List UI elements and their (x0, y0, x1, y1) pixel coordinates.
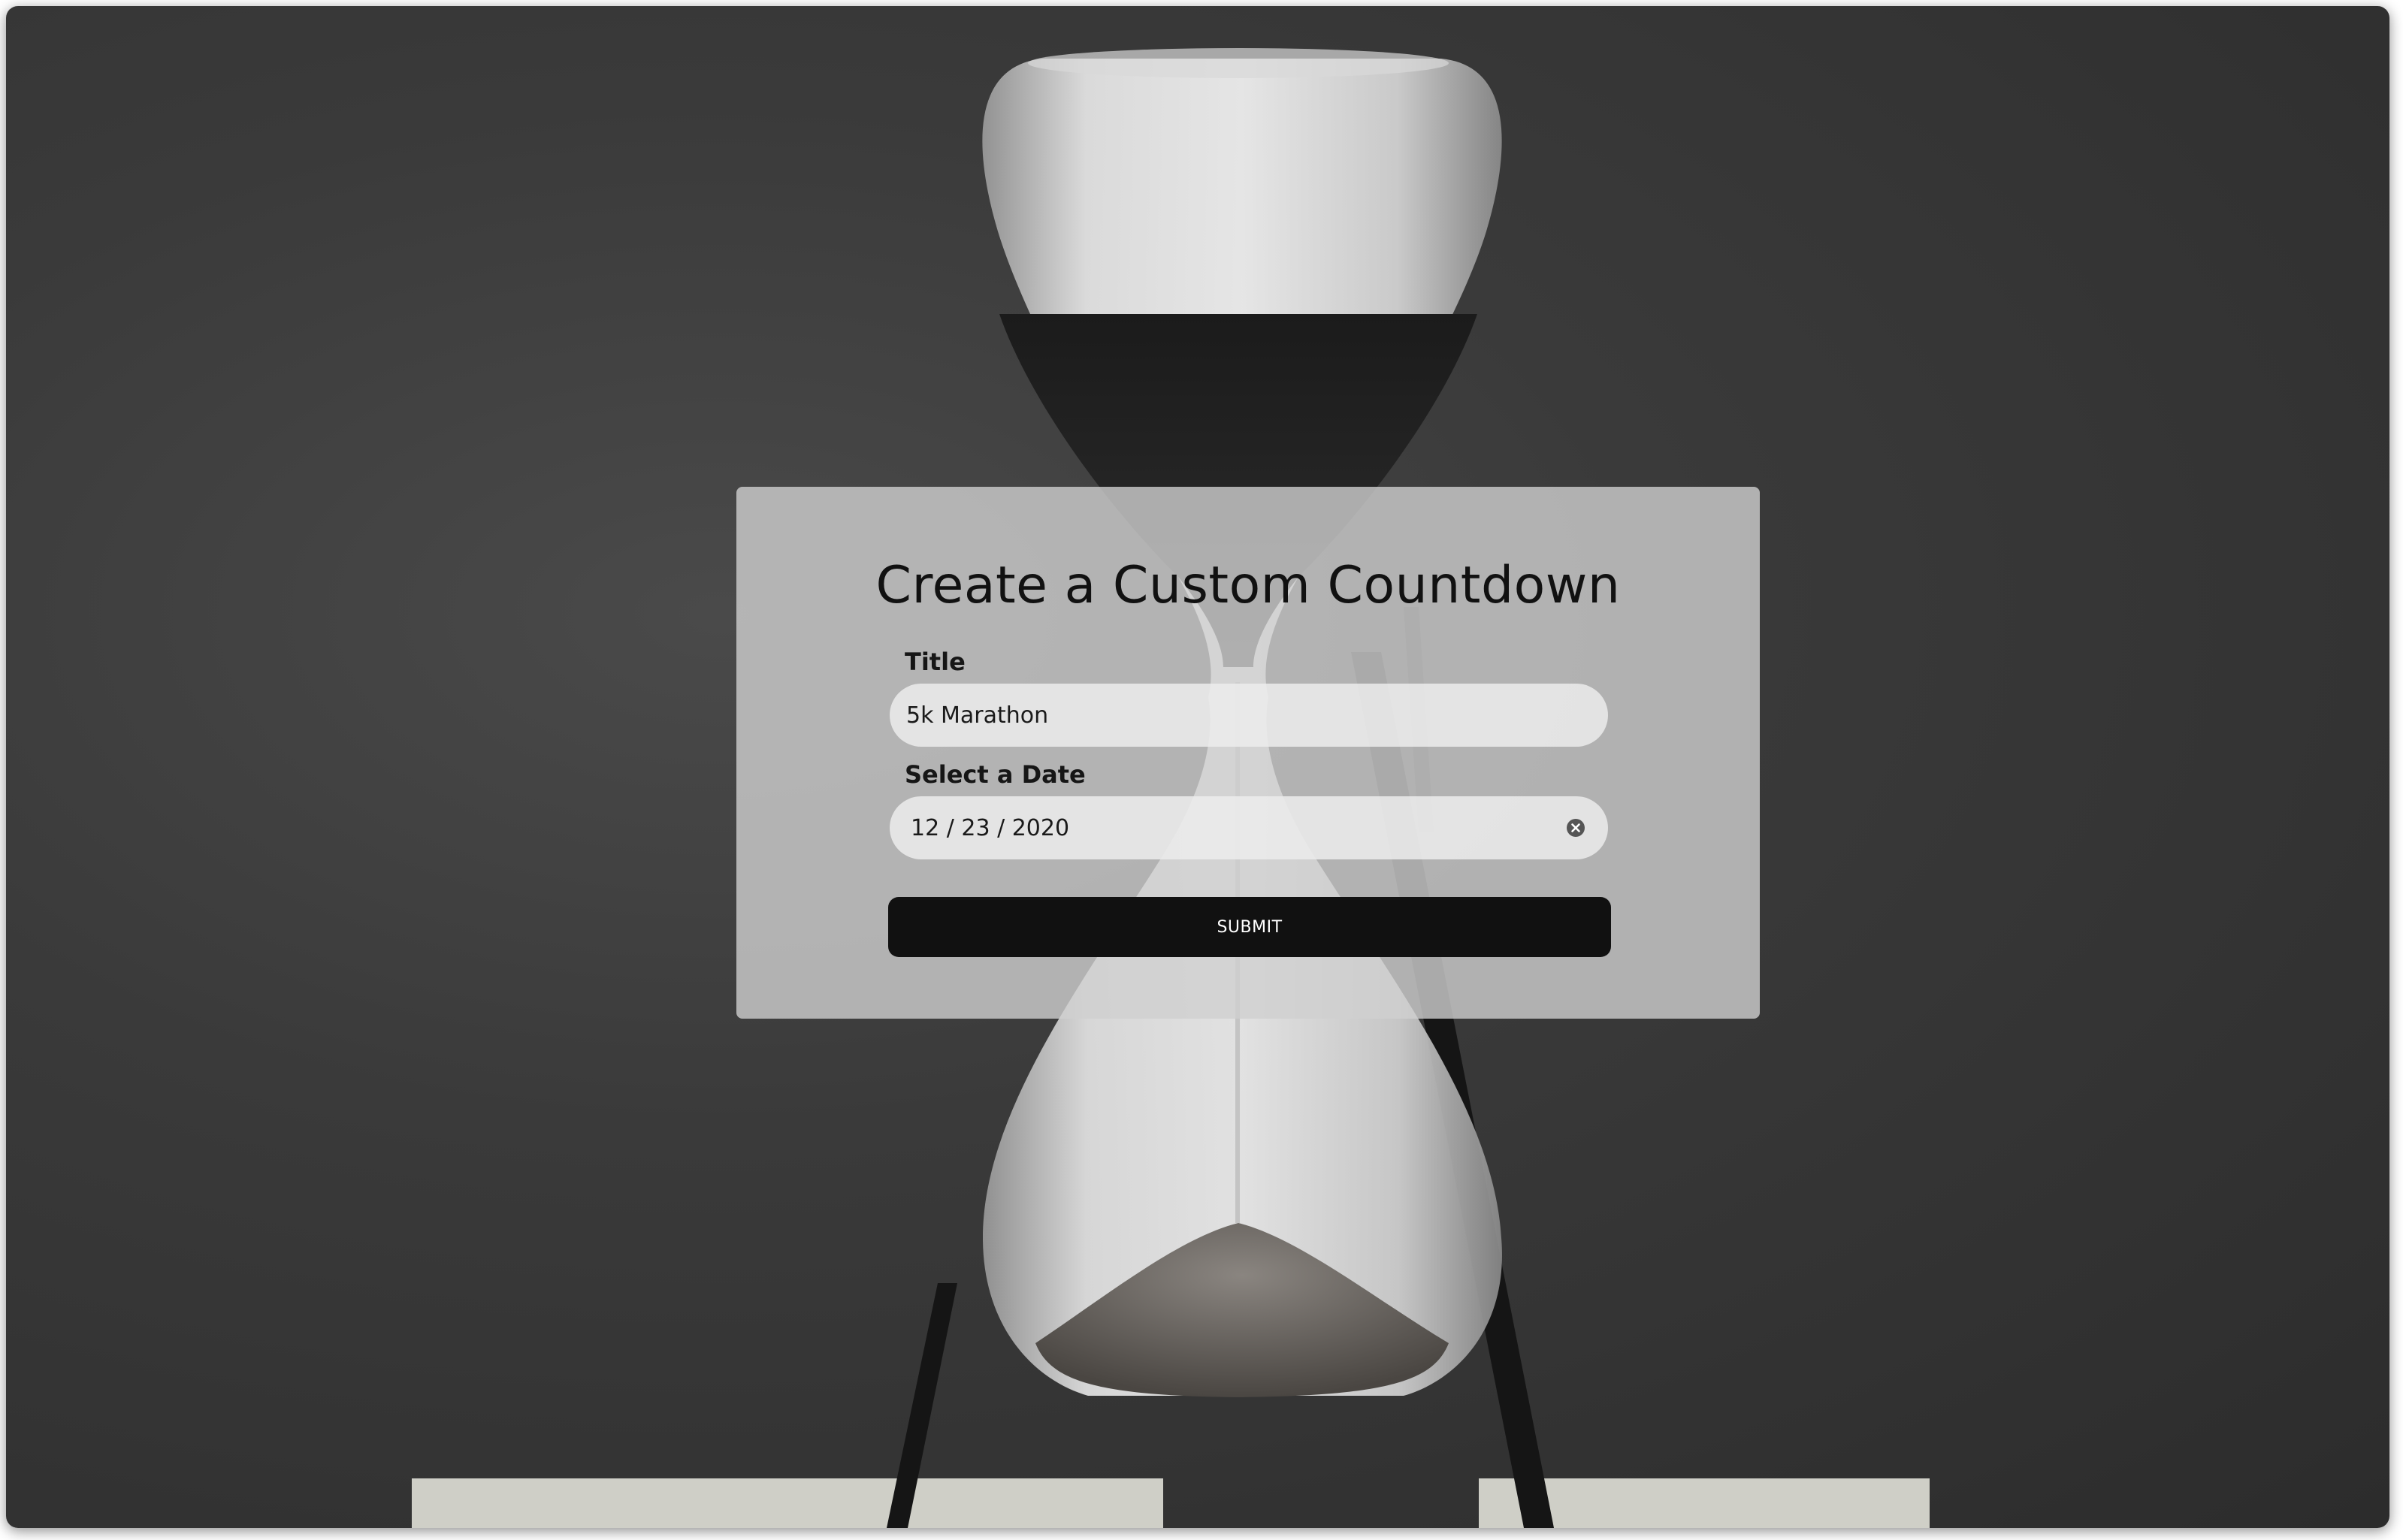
clear-circle-x-icon[interactable] (1566, 818, 1585, 838)
form-heading: Create a Custom Countdown (875, 556, 1621, 615)
date-label: Select a Date (905, 760, 1086, 789)
title-label: Title (905, 648, 966, 676)
date-picker-field[interactable]: 12 / 23 / 2020 (890, 796, 1608, 859)
title-input[interactable] (890, 702, 1608, 729)
submit-button[interactable]: SUBMIT (888, 897, 1611, 957)
title-field-wrapper (890, 684, 1608, 747)
app-window: Create a Custom Countdown Title Select a… (6, 6, 2389, 1528)
date-input-value[interactable]: 12 / 23 / 2020 (890, 815, 1566, 841)
countdown-form-card: Create a Custom Countdown Title Select a… (736, 487, 1760, 1019)
